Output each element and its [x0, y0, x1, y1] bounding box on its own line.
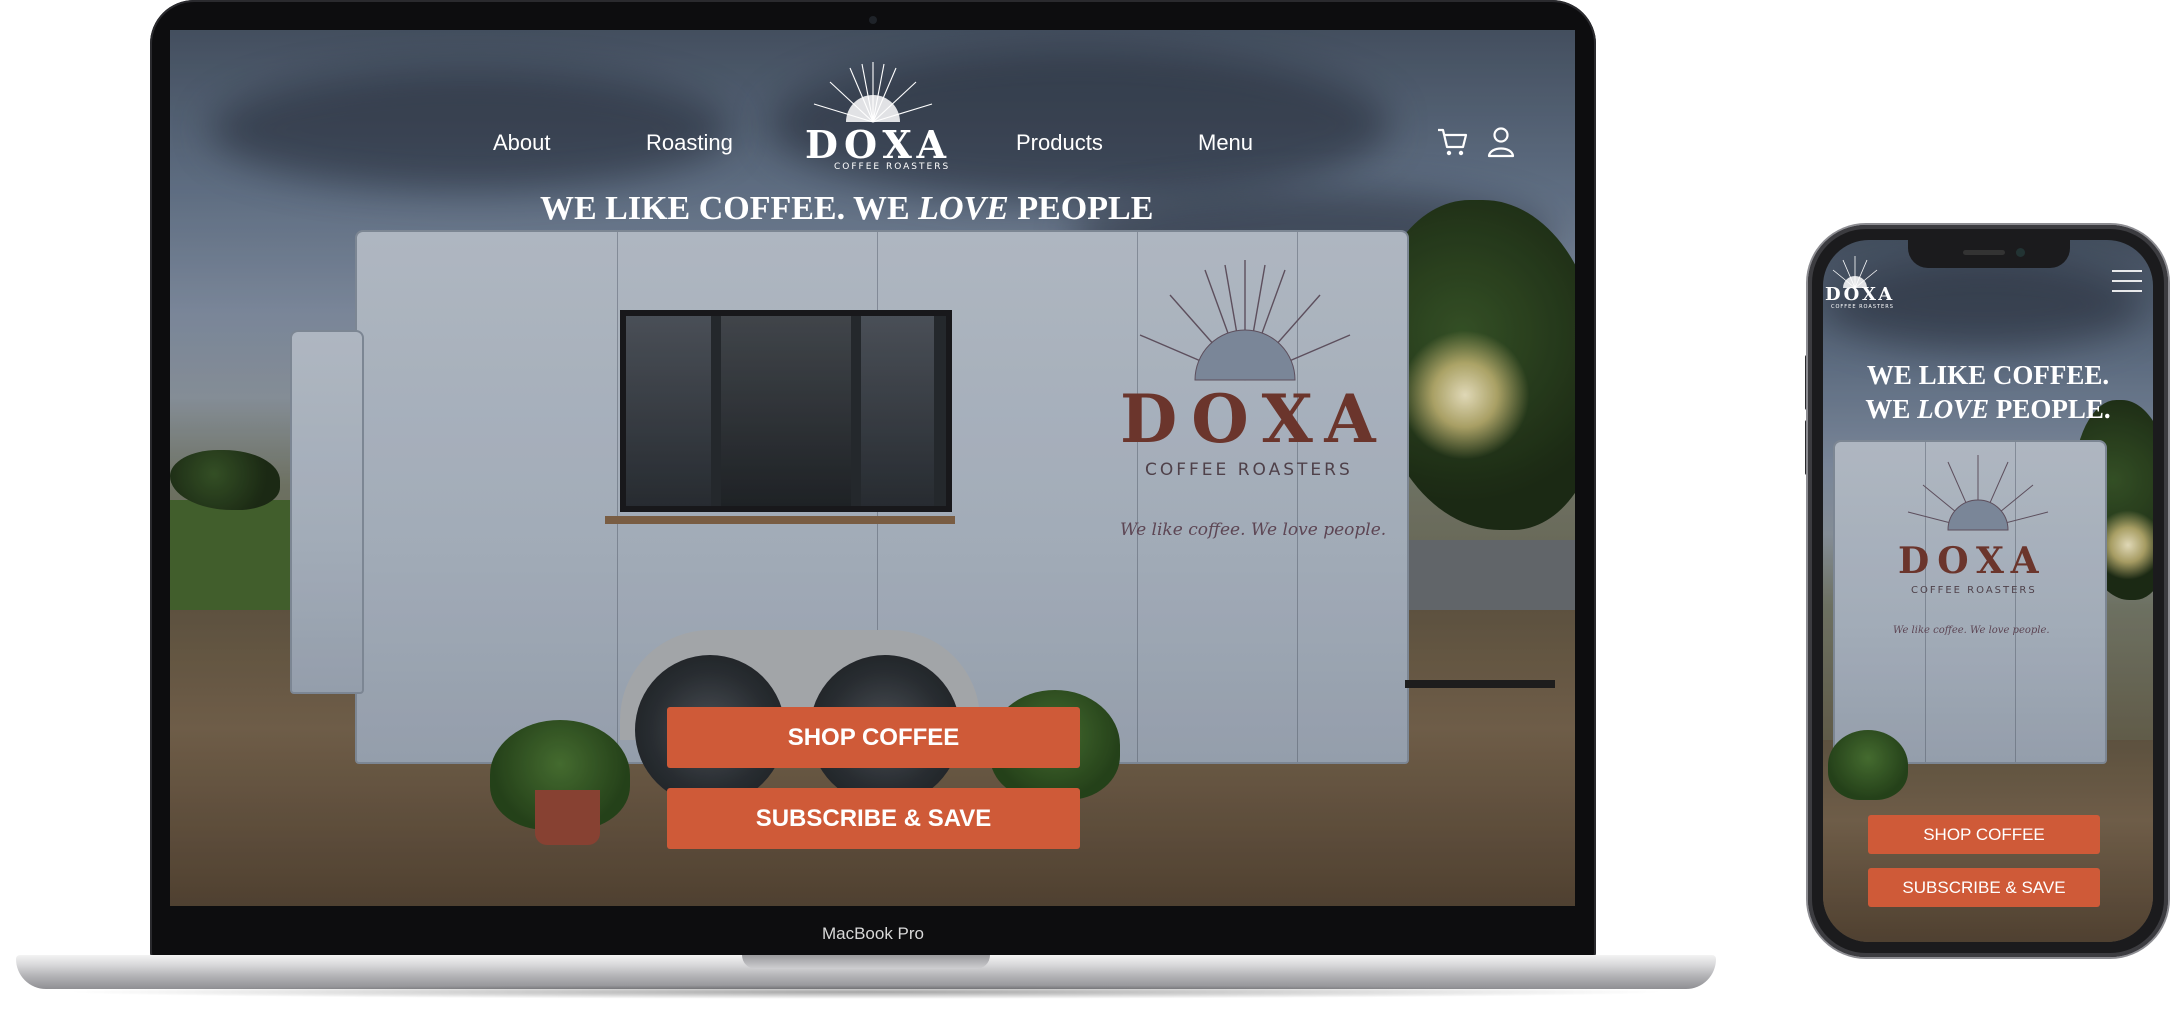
- nav-roasting[interactable]: Roasting: [646, 130, 733, 156]
- mobile-hero-line2-part1: WE: [1865, 394, 1918, 424]
- phone-screen: DOXA COFFEE ROASTERS We like coffee. We …: [1823, 240, 2153, 942]
- hamburger-icon[interactable]: [2110, 268, 2144, 294]
- mobile-hero-title: WE LIKE COFFEE. WE LOVE PEOPLE.: [1823, 358, 2153, 426]
- mobile-hero-line1: WE LIKE COFFEE.: [1866, 360, 2110, 390]
- shop-coffee-button[interactable]: SHOP COFFEE: [667, 707, 1080, 768]
- laptop-camera: [869, 16, 877, 24]
- phone-notch: [1908, 240, 2070, 268]
- phone-camera: [2016, 248, 2025, 257]
- cart-icon[interactable]: [1436, 125, 1470, 159]
- logo-sunburst-icon: [813, 62, 933, 123]
- logo-brand[interactable]: DOXA: [805, 122, 952, 167]
- hero-title-part2: PEOPLE: [1008, 190, 1154, 227]
- subscribe-save-button[interactable]: SUBSCRIBE & SAVE: [667, 788, 1080, 849]
- mobile-hero-line2-part2: PEOPLE.: [1989, 394, 2111, 424]
- laptop-model-label: MacBook Pro: [821, 924, 925, 943]
- logo-brand-sub: COFFEE ROASTERS: [834, 162, 951, 172]
- nav-menu[interactable]: Menu: [1198, 130, 1253, 156]
- phone-speaker: [1963, 250, 2005, 255]
- laptop-shadow: [60, 985, 1672, 999]
- nav-products[interactable]: Products: [1016, 130, 1103, 156]
- mobile-logo-brand-sub: COFFEE ROASTERS: [1831, 304, 1894, 310]
- laptop-base-notch: [742, 955, 990, 969]
- hero-title-part1: WE LIKE COFFEE. WE: [540, 190, 919, 227]
- hero-title: WE LIKE COFFEE. WE LOVE PEOPLE: [540, 190, 1153, 228]
- laptop-screen: DOXA COFFEE ROASTERS We like coffee. We …: [170, 30, 1575, 906]
- hero-title-emphasis: LOVE: [918, 190, 1009, 227]
- mobile-hero-emphasis: LOVE: [1917, 394, 1990, 424]
- mobile-hero-line2: WE LOVE PEOPLE.: [1823, 392, 2153, 426]
- user-icon[interactable]: [1486, 125, 1516, 159]
- mobile-logo-brand[interactable]: DOXA: [1825, 284, 1895, 305]
- mobile-subscribe-save-button[interactable]: SUBSCRIBE & SAVE: [1868, 868, 2100, 907]
- mobile-shop-coffee-button[interactable]: SHOP COFFEE: [1868, 815, 2100, 854]
- nav-about[interactable]: About: [493, 130, 551, 156]
